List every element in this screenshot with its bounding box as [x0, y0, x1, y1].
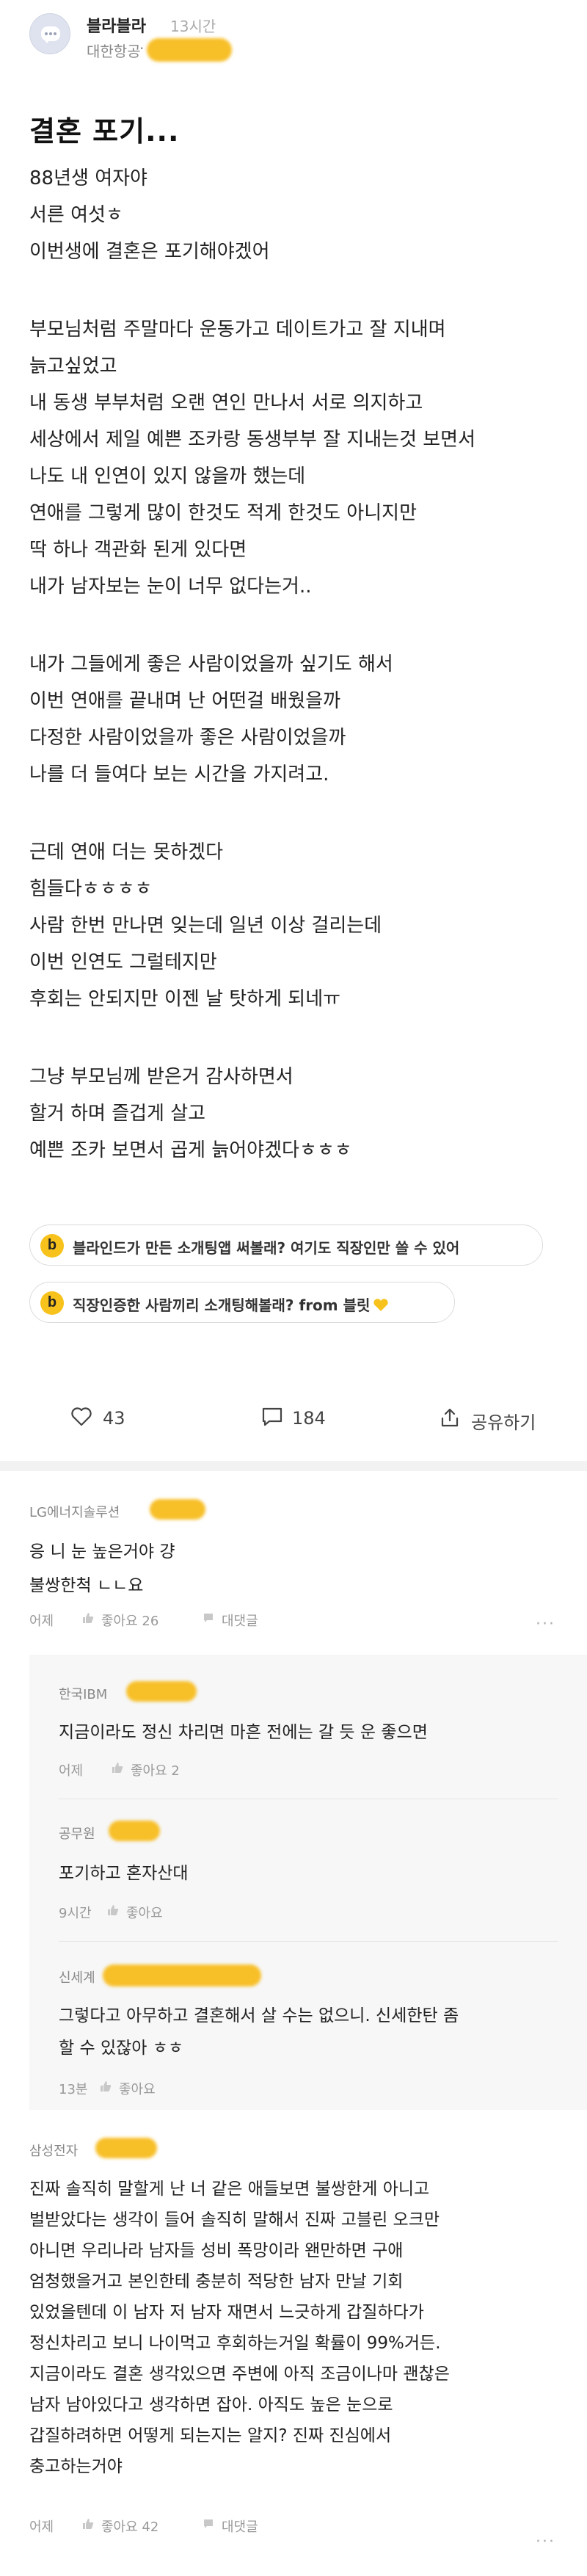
redaction-mark	[95, 2138, 157, 2158]
ad-blind-dating-app[interactable]: b 블라인드가 만든 소개팅앱 써볼래? 여기도 직장인만 쓸 수 있어	[29, 1224, 543, 1266]
author-name[interactable]: 블라블라	[87, 13, 146, 37]
more-options-icon[interactable]: ···	[536, 2533, 555, 2551]
thumbs-up-icon	[83, 2519, 94, 2529]
comment-count: 184	[292, 1408, 326, 1429]
thumbs-up-icon	[108, 1905, 119, 1915]
thumbs-up-icon	[83, 1613, 94, 1623]
comment-company: 신세계	[59, 1970, 95, 1986]
divider	[59, 1941, 558, 1942]
comment-line: 할 수 있잖아 ㅎㅎ	[59, 2039, 184, 2058]
post-line: 다정한 사람이었을까 좋은 사람이었을까	[29, 727, 346, 749]
post-line: 세상에서 제일 예쁜 조카랑 동생부부 잘 지내는것 보면서	[29, 429, 476, 451]
reply-button[interactable]: 대댓글	[222, 1611, 258, 1630]
comment-line: 그렇다고 아무하고 결혼해서 살 수는 없으니. 신세한탄 좀	[59, 2006, 459, 2025]
post-line: 할거 하며 즐겁게 살고	[29, 1103, 206, 1125]
redaction-mark	[109, 1821, 160, 1841]
comment-company: LG에너지솔루션	[29, 1505, 120, 1520]
comment-line: 지금이라도 정신 차리면 마흔 전에는 갈 듯 운 좋으면	[59, 1723, 428, 1742]
reply-button[interactable]: 대댓글	[222, 2517, 258, 2536]
post-line: 서른 여섯ㅎ	[29, 204, 123, 226]
comment-like-button[interactable]: 좋아요 2	[131, 1760, 180, 1779]
post-line: 내가 그들에게 좋은 사람이었을까 싶기도 해서	[29, 653, 393, 675]
comment-line: 충고하는거야	[29, 2457, 123, 2476]
author-company: 대한항공	[87, 43, 141, 60]
post-line: 88년생 여자야	[29, 167, 147, 189]
post-line: 이번 연애를 끝내며 난 어떤걸 배웠을까	[29, 690, 341, 712]
comment-line: 정신차리고 보니 나이먹고 후회하는거일 확률이 99%거든.	[29, 2334, 441, 2353]
ad-text: 직장인증한 사람끼리 소개팅해볼래? from 블릿	[73, 1294, 389, 1315]
comment-line: 엄청했을거고 본인한테 충분히 적당한 남자 만날 기회	[29, 2272, 404, 2291]
blind-logo-icon: b	[40, 1291, 64, 1315]
like-count: 43	[103, 1408, 125, 1429]
ad-blit-dating[interactable]: b 직장인증한 사람끼리 소개팅해볼래? from 블릿	[29, 1282, 455, 1323]
share-icon	[441, 1408, 459, 1427]
company-separator: ·	[139, 40, 145, 57]
post-title: 결혼 포기...	[29, 115, 180, 148]
comment-like-button[interactable]: 좋아요	[119, 2079, 156, 2098]
comment-like-button[interactable]: 좋아요	[126, 1903, 163, 1922]
post-line: 예쁜 조카 보면서 곱게 늙어야겠다ㅎㅎㅎ	[29, 1139, 352, 1161]
comment-like-button[interactable]: 좋아요 42	[101, 2517, 158, 2536]
comment-line: 아니면 우리나라 남자들 성비 폭망이라 왠만하면 구애	[29, 2241, 404, 2260]
redaction-mark	[147, 38, 232, 62]
post-line: 이번생에 결혼은 포기해야겠어	[29, 241, 270, 263]
reply-icon	[204, 2519, 213, 2528]
post-line: 연애를 그렇게 많이 한것도 적게 한것도 아니지만	[29, 502, 417, 524]
comment-button[interactable]: 184	[261, 1404, 342, 1433]
redaction-mark	[150, 1499, 205, 1520]
post-line: 후회는 안되지만 이젠 날 탓하게 되네ㅠ	[29, 988, 341, 1010]
post-line: 그냥 부모님께 받은거 감사하면서	[29, 1066, 294, 1088]
reply-icon	[204, 1614, 213, 1622]
comment-company: 공무원	[59, 1826, 95, 1842]
comment-time: 어제	[29, 2519, 54, 2535]
thumbs-up-icon	[112, 1763, 123, 1773]
post-line: 딱 하나 객관화 된게 있다면	[29, 539, 247, 561]
redaction-mark	[103, 1964, 261, 1987]
comment-time: 9시간	[59, 1906, 92, 1921]
post-line: 내 동생 부부처럼 오랜 연인 만나서 서로 의지하고	[29, 392, 423, 414]
comment-company: 한국IBM	[59, 1687, 108, 1702]
comment-time: 어제	[59, 1763, 84, 1779]
blind-logo-icon: b	[40, 1234, 64, 1258]
share-label: 공유하기	[471, 1412, 536, 1433]
post-header: 블라블라 13시간 대한항공 ·	[29, 13, 558, 72]
post-line: 내가 남자보는 눈이 너무 없다는거..	[29, 576, 312, 598]
comment-time: 어제	[29, 1614, 54, 1629]
post-line: 이번 인연도 그럴테지만	[29, 951, 217, 973]
section-divider	[0, 1461, 587, 1471]
post-line: 부모님처럼 주말마다 운동가고 데이트가고 잘 지내며	[29, 319, 446, 341]
post-line: 나를 더 들여다 보는 시간을 가지려고.	[29, 763, 329, 786]
post-line: 힘들다ㅎㅎㅎㅎ	[29, 878, 153, 900]
comment-line: 벌받았다는 생각이 들어 솔직히 말해서 진짜 고블린 오크만	[29, 2210, 440, 2229]
comment-line: 지금이라도 결혼 생각있으면 주변에 아직 조금이나마 괜찮은	[29, 2365, 450, 2384]
post-line: 늙고싶었고	[29, 355, 117, 377]
comment-line: 갑질하려하면 어떻게 되는지는 알지? 진짜 진심에서	[29, 2426, 392, 2445]
comment-line: 응 니 눈 높은거야 걍	[29, 1542, 175, 1561]
comment-company: 삼성전자	[29, 2144, 79, 2159]
comment-icon	[262, 1407, 282, 1426]
post-line: 나도 내 인연이 있지 않을까 했는데	[29, 465, 306, 487]
comment-like-button[interactable]: 좋아요 26	[101, 1611, 158, 1630]
like-button[interactable]: 43	[70, 1404, 144, 1433]
share-button[interactable]: 공유하기	[439, 1404, 556, 1433]
comment-line: 진짜 솔직히 말할게 난 너 같은 애들보면 불쌍한게 아니고	[29, 2180, 430, 2199]
yellow-heart-icon	[373, 1298, 389, 1311]
heart-icon	[71, 1407, 92, 1426]
comment-line: 포기하고 혼자산대	[59, 1864, 189, 1883]
post-line: 근데 연애 더는 못하겠다	[29, 841, 223, 863]
ad-text: 블라인드가 만든 소개팅앱 써볼래? 여기도 직장인만 쓸 수 있어	[73, 1239, 460, 1257]
thumbs-up-icon	[101, 2081, 112, 2091]
comment-time: 13분	[59, 2082, 88, 2097]
comment-line: 있었을텐데 이 남자 저 남자 재면서 느긋하게 갑질하다가	[29, 2303, 424, 2322]
redaction-mark	[126, 1681, 197, 1702]
comment-line: 남자 남아있다고 생각하면 잡아. 아직도 높은 눈으로	[29, 2395, 393, 2414]
avatar[interactable]	[29, 13, 70, 54]
comment-line: 불쌍한척 ㄴㄴ요	[29, 1576, 144, 1595]
post-line: 사람 한번 만나면 잊는데 일년 이상 걸리는데	[29, 915, 382, 937]
post-time: 13시간	[170, 18, 216, 35]
more-options-icon[interactable]: ···	[536, 1615, 555, 1633]
